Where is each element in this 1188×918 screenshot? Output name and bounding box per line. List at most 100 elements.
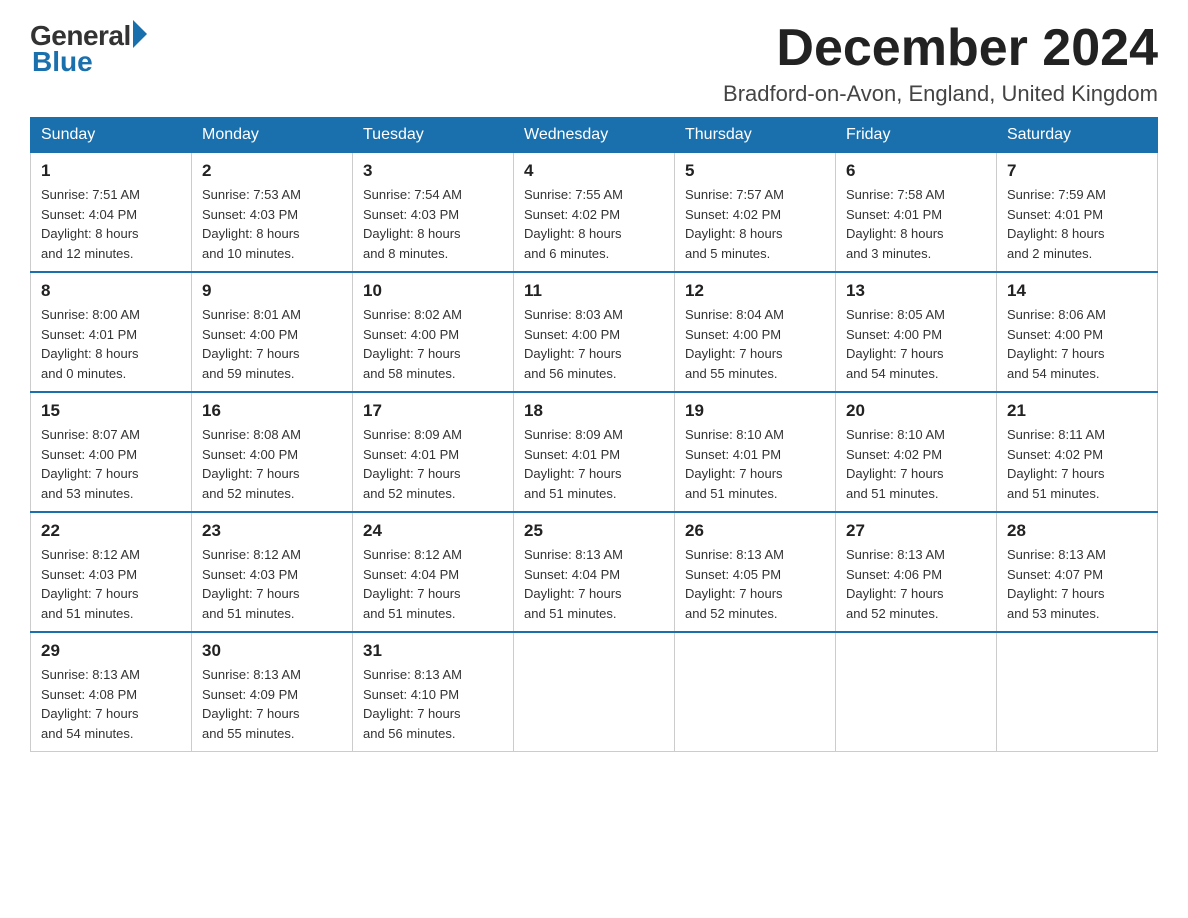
logo-arrow-icon bbox=[133, 20, 147, 48]
day-info: Sunrise: 8:02 AMSunset: 4:00 PMDaylight:… bbox=[363, 305, 503, 383]
logo-blue-text: Blue bbox=[32, 46, 93, 78]
day-number: 15 bbox=[41, 401, 181, 421]
calendar-table: SundayMondayTuesdayWednesdayThursdayFrid… bbox=[30, 117, 1158, 752]
calendar-cell: 11 Sunrise: 8:03 AMSunset: 4:00 PMDayligh… bbox=[514, 272, 675, 392]
calendar-cell: 13Sunrise: 8:05 AMSunset: 4:00 PMDayligh… bbox=[836, 272, 997, 392]
calendar-cell bbox=[836, 632, 997, 752]
day-number: 4 bbox=[524, 161, 664, 181]
calendar-cell: 20 Sunrise: 8:10 AMSunset: 4:02 PMDayligh… bbox=[836, 392, 997, 512]
calendar-cell: 6Sunrise: 7:58 AMSunset: 4:01 PMDaylight… bbox=[836, 153, 997, 273]
day-info: Sunrise: 8:12 AMSunset: 4:03 PMDaylight:… bbox=[41, 545, 181, 623]
day-info: Sunrise: 8:12 AMSunset: 4:04 PMDaylight:… bbox=[363, 545, 503, 623]
day-number: 29 bbox=[41, 641, 181, 661]
calendar-week-row: 1Sunrise: 7:51 AMSunset: 4:04 PMDaylight… bbox=[31, 153, 1158, 273]
day-number: 5 bbox=[685, 161, 825, 181]
day-info: Sunrise: 8:13 AMSunset: 4:10 PMDaylight:… bbox=[363, 665, 503, 743]
calendar-week-row: 15 Sunrise: 8:07 AMSunset: 4:00 PMDayligh… bbox=[31, 392, 1158, 512]
day-number: 20 bbox=[846, 401, 986, 421]
day-info: Sunrise: 8:07 AMSunset: 4:00 PMDaylight:… bbox=[41, 425, 181, 503]
calendar-header-row: SundayMondayTuesdayWednesdayThursdayFrid… bbox=[31, 118, 1158, 153]
calendar-cell: 29 Sunrise: 8:13 AMSunset: 4:08 PMDayligh… bbox=[31, 632, 192, 752]
day-number: 22 bbox=[41, 521, 181, 541]
calendar-week-row: 8 Sunrise: 8:00 AMSunset: 4:01 PMDaylight… bbox=[31, 272, 1158, 392]
day-info: Sunrise: 8:06 AMSunset: 4:00 PMDaylight:… bbox=[1007, 305, 1147, 383]
day-info: Sunrise: 8:09 AMSunset: 4:01 PMDaylight:… bbox=[363, 425, 503, 503]
day-number: 31 bbox=[363, 641, 503, 661]
weekday-header-saturday: Saturday bbox=[997, 118, 1158, 153]
day-number: 14 bbox=[1007, 281, 1147, 301]
day-info: Sunrise: 8:09 AMSunset: 4:01 PMDaylight:… bbox=[524, 425, 664, 503]
calendar-cell: 21 Sunrise: 8:11 AMSunset: 4:02 PMDayligh… bbox=[997, 392, 1158, 512]
day-number: 23 bbox=[202, 521, 342, 541]
day-number: 16 bbox=[202, 401, 342, 421]
day-info: Sunrise: 8:13 AMSunset: 4:06 PMDaylight:… bbox=[846, 545, 986, 623]
day-info: Sunrise: 7:57 AMSunset: 4:02 PMDaylight:… bbox=[685, 185, 825, 263]
calendar-cell: 26 Sunrise: 8:13 AMSunset: 4:05 PMDayligh… bbox=[675, 512, 836, 632]
day-info: Sunrise: 7:54 AMSunset: 4:03 PMDaylight:… bbox=[363, 185, 503, 263]
day-number: 8 bbox=[41, 281, 181, 301]
calendar-cell: 2Sunrise: 7:53 AMSunset: 4:03 PMDaylight… bbox=[192, 153, 353, 273]
calendar-cell bbox=[675, 632, 836, 752]
day-info: Sunrise: 8:03 AMSunset: 4:00 PMDaylight:… bbox=[524, 305, 664, 383]
day-info: Sunrise: 8:08 AMSunset: 4:00 PMDaylight:… bbox=[202, 425, 342, 503]
day-number: 7 bbox=[1007, 161, 1147, 181]
calendar-cell: 22 Sunrise: 8:12 AMSunset: 4:03 PMDayligh… bbox=[31, 512, 192, 632]
page-header: General Blue December 2024 Bradford-on-A… bbox=[30, 20, 1158, 107]
day-number: 28 bbox=[1007, 521, 1147, 541]
day-number: 18 bbox=[524, 401, 664, 421]
calendar-cell bbox=[514, 632, 675, 752]
calendar-cell: 24 Sunrise: 8:12 AMSunset: 4:04 PMDayligh… bbox=[353, 512, 514, 632]
calendar-cell: 31 Sunrise: 8:13 AMSunset: 4:10 PMDayligh… bbox=[353, 632, 514, 752]
day-number: 9 bbox=[202, 281, 342, 301]
logo: General Blue bbox=[30, 20, 147, 78]
calendar-cell: 12Sunrise: 8:04 AMSunset: 4:00 PMDayligh… bbox=[675, 272, 836, 392]
weekday-header-sunday: Sunday bbox=[31, 118, 192, 153]
day-number: 21 bbox=[1007, 401, 1147, 421]
day-info: Sunrise: 8:13 AMSunset: 4:08 PMDaylight:… bbox=[41, 665, 181, 743]
calendar-cell: 9 Sunrise: 8:01 AMSunset: 4:00 PMDaylight… bbox=[192, 272, 353, 392]
day-number: 3 bbox=[363, 161, 503, 181]
calendar-cell: 30Sunrise: 8:13 AMSunset: 4:09 PMDayligh… bbox=[192, 632, 353, 752]
day-number: 24 bbox=[363, 521, 503, 541]
calendar-week-row: 22 Sunrise: 8:12 AMSunset: 4:03 PMDayligh… bbox=[31, 512, 1158, 632]
calendar-cell bbox=[997, 632, 1158, 752]
day-info: Sunrise: 8:04 AMSunset: 4:00 PMDaylight:… bbox=[685, 305, 825, 383]
calendar-cell: 1Sunrise: 7:51 AMSunset: 4:04 PMDaylight… bbox=[31, 153, 192, 273]
calendar-cell: 14 Sunrise: 8:06 AMSunset: 4:00 PMDayligh… bbox=[997, 272, 1158, 392]
weekday-header-monday: Monday bbox=[192, 118, 353, 153]
weekday-header-friday: Friday bbox=[836, 118, 997, 153]
day-info: Sunrise: 7:58 AMSunset: 4:01 PMDaylight:… bbox=[846, 185, 986, 263]
calendar-cell: 25Sunrise: 8:13 AMSunset: 4:04 PMDayligh… bbox=[514, 512, 675, 632]
day-number: 19 bbox=[685, 401, 825, 421]
calendar-cell: 27Sunrise: 8:13 AMSunset: 4:06 PMDayligh… bbox=[836, 512, 997, 632]
day-info: Sunrise: 8:12 AMSunset: 4:03 PMDaylight:… bbox=[202, 545, 342, 623]
day-info: Sunrise: 8:01 AMSunset: 4:00 PMDaylight:… bbox=[202, 305, 342, 383]
month-title: December 2024 bbox=[723, 20, 1158, 77]
calendar-cell: 18 Sunrise: 8:09 AMSunset: 4:01 PMDayligh… bbox=[514, 392, 675, 512]
day-info: Sunrise: 7:55 AMSunset: 4:02 PMDaylight:… bbox=[524, 185, 664, 263]
day-info: Sunrise: 8:00 AMSunset: 4:01 PMDaylight:… bbox=[41, 305, 181, 383]
title-block: December 2024 Bradford-on-Avon, England,… bbox=[723, 20, 1158, 107]
calendar-cell: 3 Sunrise: 7:54 AMSunset: 4:03 PMDaylight… bbox=[353, 153, 514, 273]
day-number: 26 bbox=[685, 521, 825, 541]
weekday-header-thursday: Thursday bbox=[675, 118, 836, 153]
day-number: 11 bbox=[524, 281, 664, 301]
calendar-cell: 15 Sunrise: 8:07 AMSunset: 4:00 PMDayligh… bbox=[31, 392, 192, 512]
calendar-cell: 5 Sunrise: 7:57 AMSunset: 4:02 PMDaylight… bbox=[675, 153, 836, 273]
day-info: Sunrise: 8:13 AMSunset: 4:07 PMDaylight:… bbox=[1007, 545, 1147, 623]
day-info: Sunrise: 7:51 AMSunset: 4:04 PMDaylight:… bbox=[41, 185, 181, 263]
calendar-cell: 4 Sunrise: 7:55 AMSunset: 4:02 PMDaylight… bbox=[514, 153, 675, 273]
day-info: Sunrise: 8:11 AMSunset: 4:02 PMDaylight:… bbox=[1007, 425, 1147, 503]
calendar-week-row: 29 Sunrise: 8:13 AMSunset: 4:08 PMDayligh… bbox=[31, 632, 1158, 752]
day-info: Sunrise: 8:13 AMSunset: 4:04 PMDaylight:… bbox=[524, 545, 664, 623]
calendar-cell: 23 Sunrise: 8:12 AMSunset: 4:03 PMDayligh… bbox=[192, 512, 353, 632]
day-info: Sunrise: 8:13 AMSunset: 4:05 PMDaylight:… bbox=[685, 545, 825, 623]
location-subtitle: Bradford-on-Avon, England, United Kingdo… bbox=[723, 81, 1158, 107]
day-number: 13 bbox=[846, 281, 986, 301]
calendar-cell: 17Sunrise: 8:09 AMSunset: 4:01 PMDayligh… bbox=[353, 392, 514, 512]
day-info: Sunrise: 8:10 AMSunset: 4:02 PMDaylight:… bbox=[846, 425, 986, 503]
day-number: 10 bbox=[363, 281, 503, 301]
day-info: Sunrise: 8:13 AMSunset: 4:09 PMDaylight:… bbox=[202, 665, 342, 743]
calendar-cell: 16 Sunrise: 8:08 AMSunset: 4:00 PMDayligh… bbox=[192, 392, 353, 512]
weekday-header-tuesday: Tuesday bbox=[353, 118, 514, 153]
